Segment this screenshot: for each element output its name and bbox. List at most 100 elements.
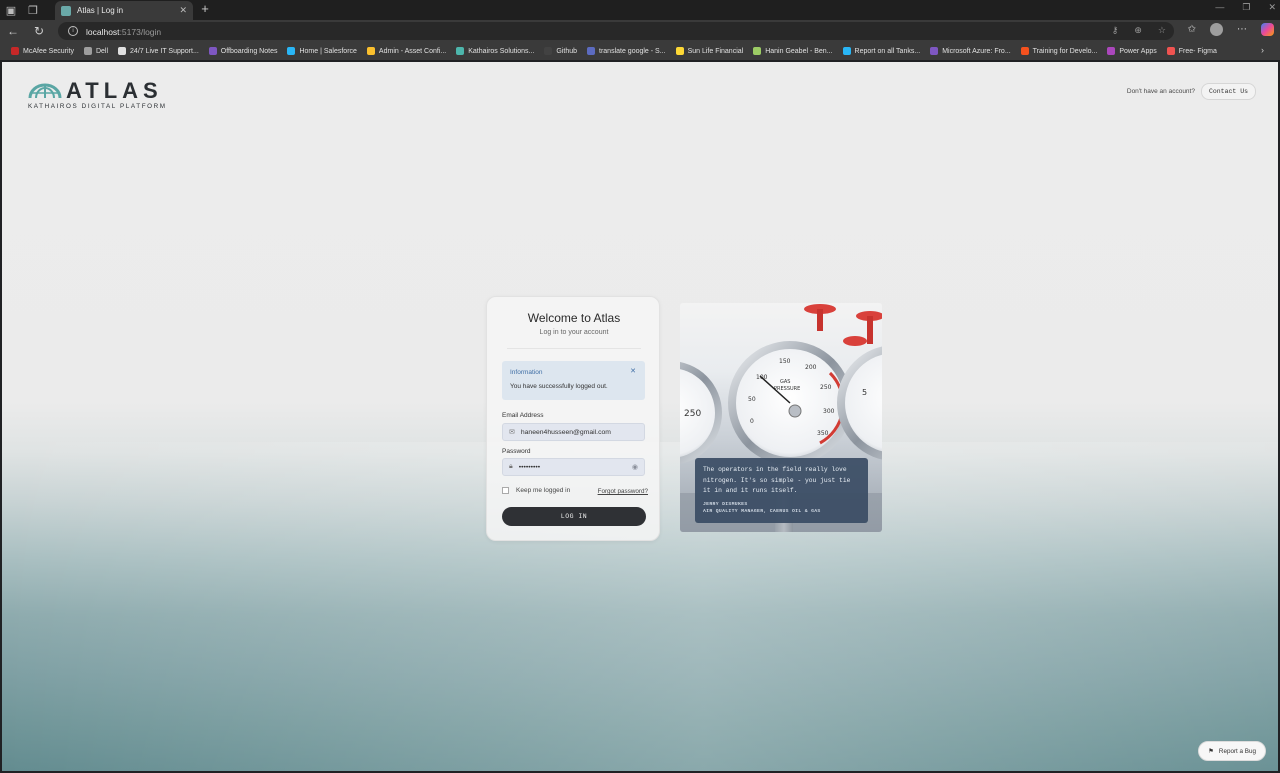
bookmark-favicon-icon <box>842 47 851 55</box>
back-icon[interactable]: ← <box>0 20 26 42</box>
svg-text:250: 250 <box>684 409 701 419</box>
browser-tabbar: ▣ ❐ Atlas | Log in ✕ + — ❐ ✕ <box>0 0 1280 20</box>
email-field[interactable]: ✉ haneen4husseen@gmail.com <box>502 423 645 441</box>
bookmark-item[interactable]: Power Apps <box>1102 47 1161 55</box>
svg-text:150: 150 <box>779 358 791 365</box>
svg-text:350: 350 <box>817 430 829 437</box>
keep-logged-in[interactable]: Keep me logged in <box>502 487 570 494</box>
divider <box>507 348 641 349</box>
bookmark-favicon-icon <box>118 47 127 55</box>
bookmark-label: McAfee Security <box>23 47 74 55</box>
close-tab-icon[interactable]: ✕ <box>179 5 187 16</box>
bookmark-label: Power Apps <box>1119 47 1157 55</box>
svg-text:250: 250 <box>820 384 832 391</box>
browser-toolbar: ← ↻ i localhost:5173/login ⚷ ⊕ ☆ ✩ ⋯ <box>0 20 1280 42</box>
keep-logged-in-checkbox[interactable] <box>502 487 509 494</box>
svg-text:GAS: GAS <box>780 379 790 385</box>
atlas-logo[interactable]: ATLAS KATHAIROS DIGITAL PLATFORM <box>28 78 167 110</box>
url-path: :5173/login <box>119 27 162 37</box>
bookmark-item[interactable]: Kathairos Solutions... <box>451 47 539 55</box>
bookmark-favicon-icon <box>1166 47 1175 55</box>
password-value: ••••••••• <box>518 463 541 471</box>
bookmark-item[interactable]: Home | Salesforce <box>282 47 361 55</box>
tab-actions-icon[interactable]: ❐ <box>22 0 44 20</box>
contact-us-button[interactable]: Contact Us <box>1200 83 1256 100</box>
bookmark-favicon-icon <box>83 47 92 55</box>
profile-avatar-icon[interactable] <box>1210 23 1223 36</box>
bookmark-label: Kathairos Solutions... <box>468 47 535 55</box>
login-title: Welcome to Atlas <box>527 311 621 325</box>
maximize-icon[interactable]: ❐ <box>1242 2 1250 13</box>
favorite-star-icon[interactable]: ☆ <box>1158 25 1166 36</box>
bookmark-label: 24/7 Live IT Support... <box>130 47 199 55</box>
bookmark-item[interactable]: Sun Life Financial <box>671 47 749 55</box>
keep-logged-in-label: Keep me logged in <box>516 487 571 494</box>
password-key-icon[interactable]: ⚷ <box>1112 25 1119 36</box>
report-bug-button[interactable]: ⚑ Report a Bug <box>1198 741 1266 761</box>
bookmark-item[interactable]: Dell <box>79 47 113 55</box>
bookmark-favicon-icon <box>587 47 596 55</box>
globe-arch-icon <box>28 83 62 99</box>
bookmark-item[interactable]: Report on all Tanks... <box>838 47 926 55</box>
zoom-icon[interactable]: ⊕ <box>1134 25 1142 36</box>
workspaces-icon[interactable]: ▣ <box>0 0 22 20</box>
logo-subtitle: KATHAIROS DIGITAL PLATFORM <box>28 103 167 110</box>
new-tab-icon[interactable]: + <box>198 1 212 16</box>
testimonial-author: JERRY DISMUKES AIR QUALITY MANAGER, CAER… <box>703 501 860 515</box>
header-actions: Don't have an account? Contact Us <box>1127 83 1256 100</box>
show-password-eye-icon[interactable]: ◉ <box>632 463 638 471</box>
bookmark-item[interactable]: Hanin Geabel - Ben... <box>748 47 837 55</box>
bookmark-item[interactable]: Offboarding Notes <box>204 47 283 55</box>
reload-icon[interactable]: ↻ <box>26 20 52 42</box>
site-info-icon[interactable]: i <box>68 26 78 36</box>
report-bug-label: Report a Bug <box>1218 747 1256 755</box>
copilot-icon[interactable] <box>1261 23 1274 36</box>
bookmark-label: Training for Develo... <box>1032 47 1098 55</box>
bookmarks-overflow-icon[interactable]: › <box>1261 45 1264 55</box>
minimize-icon[interactable]: — <box>1215 2 1224 13</box>
bookmark-favicon-icon <box>675 47 684 55</box>
bookmark-label: Free- Figma <box>1178 47 1217 55</box>
svg-text:PRESSURE: PRESSURE <box>774 386 800 392</box>
close-alert-icon[interactable]: ✕ <box>630 367 636 375</box>
lock-icon: 🔒︎ <box>509 463 513 470</box>
bookmark-item[interactable]: Microsoft Azure: Fro... <box>925 47 1015 55</box>
url-host: localhost <box>86 27 120 37</box>
tab-title: Atlas | Log in <box>77 6 124 15</box>
svg-text:0: 0 <box>750 418 754 425</box>
close-window-icon[interactable]: ✕ <box>1268 2 1276 13</box>
bookmark-label: translate google - S... <box>599 47 666 55</box>
bookmark-item[interactable]: Github <box>539 47 582 55</box>
favorites-icon[interactable]: ✩ <box>1188 24 1196 35</box>
bookmark-item[interactable]: Training for Develo... <box>1016 47 1103 55</box>
logo-wordmark: ATLAS <box>66 78 163 103</box>
forgot-password-link[interactable]: Forgot password? <box>598 488 648 495</box>
svg-text:50: 50 <box>748 396 756 403</box>
svg-text:200: 200 <box>805 364 817 371</box>
bookmark-item[interactable]: 24/7 Live IT Support... <box>113 47 204 55</box>
atlas-favicon-icon <box>61 5 71 16</box>
browser-tab[interactable]: Atlas | Log in ✕ <box>55 1 193 20</box>
mail-icon: ✉ <box>509 429 515 436</box>
address-bar[interactable]: i localhost:5173/login ⚷ ⊕ ☆ <box>58 22 1174 40</box>
login-button[interactable]: LOG IN <box>502 507 646 526</box>
bookmark-item[interactable]: translate google - S... <box>582 47 671 55</box>
bookmark-label: Hanin Geabel - Ben... <box>765 47 833 55</box>
bookmark-favicon-icon <box>287 47 296 55</box>
testimonial-image-panel: 250 050 100150 200250 300350 GAS PRESSUR… <box>680 303 882 532</box>
info-alert: Information ✕ You have successfully logg… <box>502 361 645 400</box>
bookmark-item[interactable]: Admin - Asset Confi... <box>362 47 451 55</box>
email-value: haneen4husseen@gmail.com <box>520 428 611 436</box>
testimonial-quote: The operators in the field really love n… <box>703 466 851 494</box>
bookmark-label: Admin - Asset Confi... <box>378 47 447 55</box>
window-controls: — ❐ ✕ <box>1215 2 1276 13</box>
bookmark-item[interactable]: Free- Figma <box>1162 47 1222 55</box>
testimonial-quote-box: The operators in the field really love n… <box>695 458 868 523</box>
bookmark-label: Github <box>556 47 578 55</box>
bookmark-favicon-icon <box>11 47 19 55</box>
bookmark-item[interactable]: McAfee Security <box>6 47 79 55</box>
bookmark-favicon-icon <box>753 47 762 55</box>
password-field[interactable]: 🔒︎ ••••••••• ◉ <box>502 458 645 476</box>
more-menu-icon[interactable]: ⋯ <box>1237 24 1247 35</box>
bookmark-favicon-icon <box>1107 47 1116 55</box>
